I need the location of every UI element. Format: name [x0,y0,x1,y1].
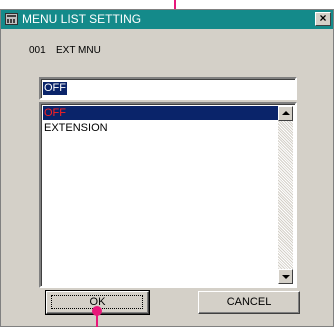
list-item-extension[interactable]: EXTENSION [43,121,280,135]
menu-number: 001 [29,45,46,56]
callout-dot-bottom [92,306,102,316]
cancel-button[interactable]: CANCEL [198,291,300,314]
scroll-down-arrow-icon[interactable] [278,269,293,284]
menu-value-input[interactable]: OFF [39,77,297,100]
title-bar[interactable]: MENU LIST SETTING × [1,10,333,29]
window-title: MENU LIST SETTING [22,12,142,26]
list-item-off[interactable]: OFF [43,106,280,120]
app-icon [5,13,18,25]
menu-name: EXT MNU [56,45,101,56]
menu-option-list[interactable]: OFF EXTENSION [39,102,297,288]
close-button[interactable]: × [315,12,331,26]
list-scrollbar[interactable] [278,106,293,284]
menu-value-text: OFF [43,82,67,95]
scroll-up-arrow-icon[interactable] [278,106,293,121]
menu-list-setting-dialog: MENU LIST SETTING × 001 EXT MNU OFF OFF … [0,9,334,327]
